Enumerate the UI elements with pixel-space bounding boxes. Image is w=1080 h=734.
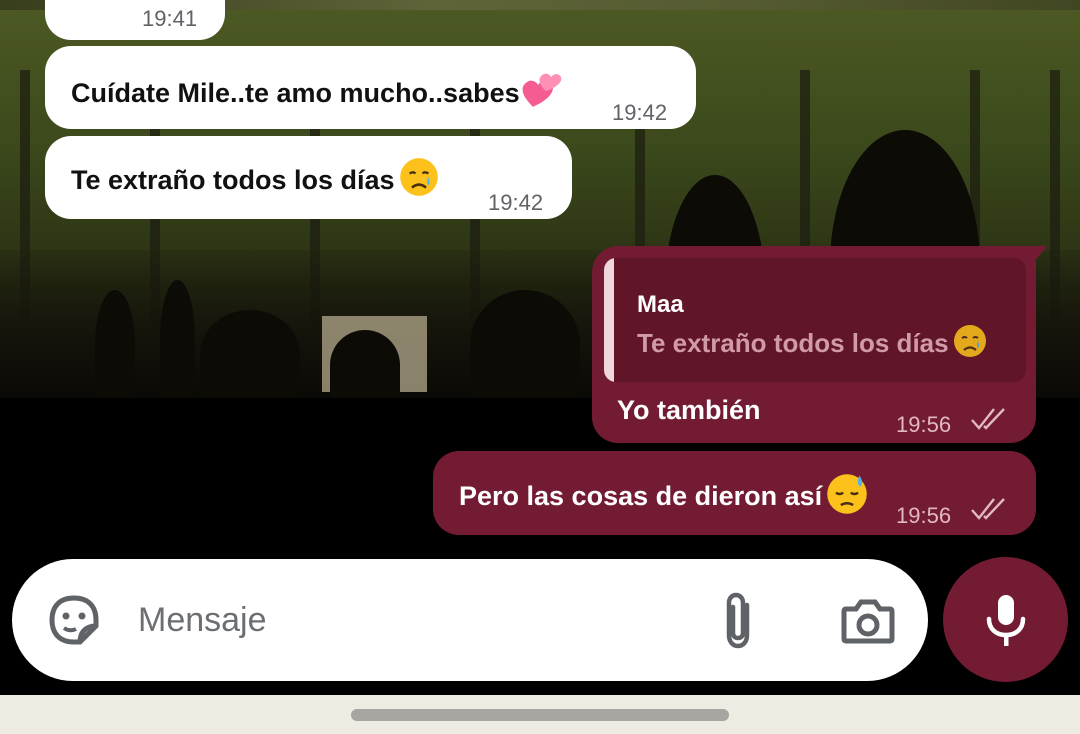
crowd-silhouette [160,280,195,400]
crowd-silhouette [470,290,580,400]
two-hearts-icon [522,73,561,107]
reply-quote[interactable]: Maa Te extraño todos los días [604,258,1026,382]
bubble-tail [1024,246,1047,266]
message-time: 19:41 [142,6,198,31]
home-gesture-handle[interactable] [351,709,729,721]
message-bubble-outgoing[interactable]: Pero las cosas de dieron así 19:56 [433,451,1036,535]
message-time: 19:56 [896,412,952,437]
message-text: Yo también [617,395,761,425]
message-bubble-incoming[interactable]: Te extraño todos los días 19:42 [45,136,572,219]
message-text: Te extraño todos los días [71,165,395,195]
quote-author: Maa [637,291,684,318]
quote-text: Te extraño todos los días [637,328,949,358]
message-time: 19:42 [488,190,544,215]
message-text: Pero las cosas de dieron así [459,481,823,511]
camera-icon[interactable] [840,597,896,645]
message-bubble-outgoing[interactable]: Maa Te extraño todos los días Yo también… [592,246,1047,443]
message-composer[interactable]: Mensaje [12,559,928,681]
sticker-icon[interactable] [46,592,102,648]
message-text: Cuídate Mile..te amo mucho..sabes [71,78,520,108]
message-time: 19:42 [612,100,668,125]
mic-icon [986,595,1026,646]
message-text-row: Cuídate Mile..te amo mucho..sabes [71,68,564,112]
crowd-silhouette [200,310,300,400]
quote-text-row: Te extraño todos los días [637,324,987,360]
message-bubble-incoming[interactable]: Cuídate Mile..te amo mucho..sabes 19:42 [45,46,696,129]
attach-icon[interactable] [719,591,759,651]
crowd-silhouette [330,330,400,400]
double-check-icon [971,498,1005,520]
message-text-row: Te extraño todos los días [71,157,439,197]
voice-record-button[interactable] [943,557,1068,682]
downcast-sweat-face-icon [827,474,867,514]
sad-relieved-face-icon [399,158,438,196]
sad-relieved-face-icon [953,325,986,357]
message-text-row: Pero las cosas de dieron así [459,473,868,515]
message-time: 19:56 [896,503,952,528]
crowd-silhouette [95,290,135,400]
message-input[interactable]: Mensaje [138,601,267,640]
double-check-icon [971,408,1005,430]
quote-accent-bar [604,258,614,382]
message-bubble-incoming[interactable]: Xq 19:41 [45,0,225,40]
